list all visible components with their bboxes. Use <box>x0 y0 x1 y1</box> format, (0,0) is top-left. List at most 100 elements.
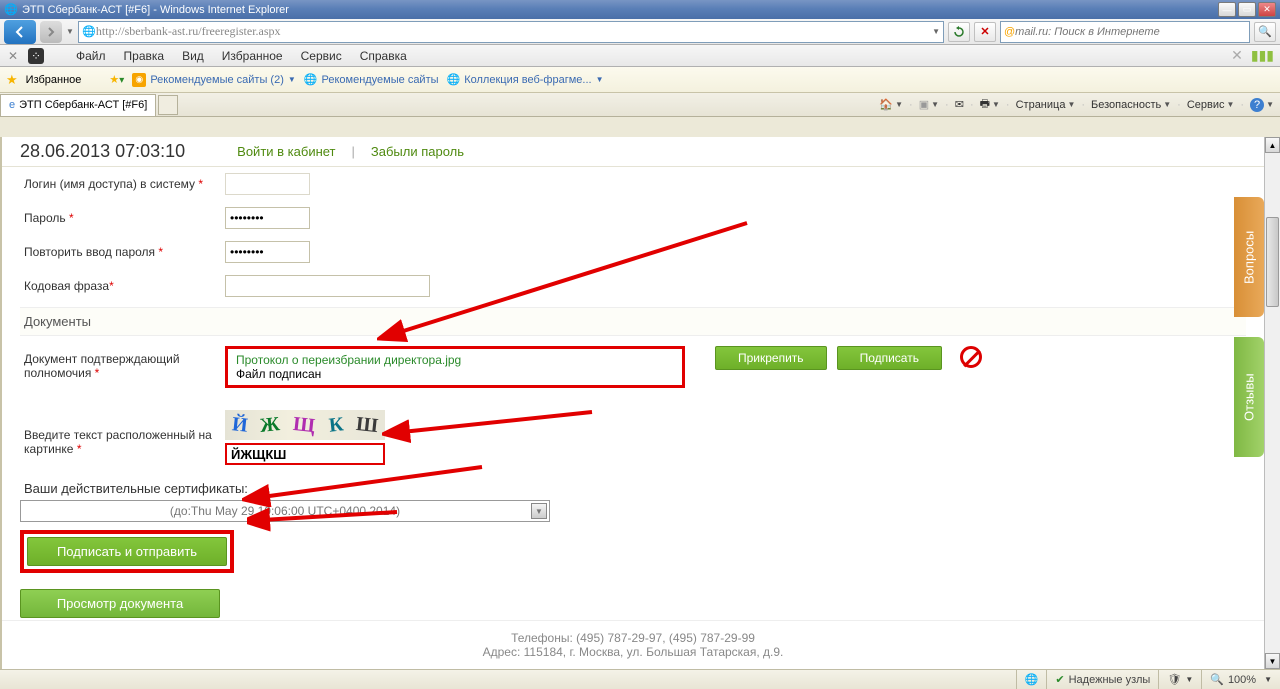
print-icon: 🖶 <box>980 95 990 114</box>
side-tab-reviews[interactable]: Отзывы <box>1234 337 1264 457</box>
dropdown-icon[interactable]: ▼ <box>932 27 940 36</box>
header-separator: | <box>352 144 355 159</box>
home-button[interactable]: 🏠▼ <box>879 98 903 111</box>
dropdown-icon[interactable]: ▼ <box>66 27 74 36</box>
tab-bar: e ЭТП Сбербанк-АСТ [#F6] 🏠▼ · ▣▼ · ✉ · 🖶… <box>0 93 1280 117</box>
extension-icon[interactable]: ⁘ <box>28 48 44 64</box>
tab-active[interactable]: e ЭТП Сбербанк-АСТ [#F6] <box>0 94 156 116</box>
close-tab-icon[interactable]: ✕ <box>6 49 20 63</box>
preview-button[interactable]: Просмотр документа <box>20 589 220 618</box>
login-link[interactable]: Войти в кабинет <box>237 144 335 159</box>
captcha-letter: Й <box>230 413 248 438</box>
file-status: Файл подписан <box>236 367 674 381</box>
footer-address: Адрес: 115184, г. Москва, ул. Большая Та… <box>2 645 1264 659</box>
section-documents: Документы <box>20 307 1246 336</box>
menu-tools[interactable]: Сервис <box>293 47 350 65</box>
status-trusted: ✔ Надежные узлы <box>1046 670 1158 689</box>
menu-edit[interactable]: Правка <box>116 47 173 65</box>
mailru-icon: @ <box>1004 26 1015 38</box>
help-button[interactable]: ?▼ <box>1250 98 1274 112</box>
side-tab-questions[interactable]: Вопросы <box>1234 197 1264 317</box>
menu-favorites[interactable]: Избранное <box>214 47 291 65</box>
rss-icon: ◉ <box>132 73 146 87</box>
star-icon[interactable]: ★ <box>6 72 18 88</box>
stop-icon: ✕ <box>980 25 989 38</box>
tools-menu[interactable]: Сервис ▼ <box>1187 99 1235 111</box>
close-button[interactable]: ✕ <box>1258 2 1276 17</box>
refresh-button[interactable] <box>948 22 970 42</box>
password-repeat-input[interactable] <box>225 241 310 263</box>
codephrase-input[interactable] <box>225 275 430 297</box>
maximize-button[interactable]: ▭ <box>1238 2 1256 17</box>
ie-icon: e <box>9 99 15 111</box>
forward-button[interactable] <box>40 21 62 43</box>
url-input[interactable] <box>96 24 932 39</box>
chevron-down-icon: ▼ <box>531 503 547 519</box>
arrow-left-icon <box>12 24 28 40</box>
search-box[interactable]: @ <box>1000 21 1250 43</box>
back-button[interactable] <box>4 20 36 44</box>
add-favorite-icon[interactable]: ★▾ <box>109 73 124 86</box>
stop-button[interactable]: ✕ <box>974 22 996 42</box>
password-input[interactable] <box>225 207 310 229</box>
minimize-button[interactable]: — <box>1218 2 1236 17</box>
page-header: 28.06.2013 07:03:10 Войти в кабинет | За… <box>2 137 1264 167</box>
shield-icon: 🛡 <box>1167 673 1181 686</box>
page-icon: 🌐 <box>304 73 318 86</box>
forgot-password-link[interactable]: Забыли пароль <box>371 144 464 159</box>
mail-button[interactable]: ✉ <box>955 98 964 111</box>
codephrase-label: Кодовая фраза* <box>20 279 225 293</box>
submit-button[interactable]: Подписать и отправить <box>27 537 227 566</box>
attach-button[interactable]: Прикрепить <box>715 346 827 370</box>
page-menu[interactable]: Страница ▼ <box>1016 99 1076 111</box>
menu-view[interactable]: Вид <box>174 47 212 65</box>
page-icon: 🌐 <box>447 73 461 86</box>
scroll-up-button[interactable]: ▲ <box>1265 137 1280 153</box>
fav-recommended-sites-2[interactable]: 🌐 Рекомендуемые сайты <box>304 73 439 86</box>
password-repeat-label: Повторить ввод пароля * <box>20 245 225 259</box>
fav-webslice[interactable]: 🌐 Коллекция веб-фрагме... ▼ <box>447 73 604 86</box>
fav-recommended-sites[interactable]: ◉ Рекомендуемые сайты (2) ▼ <box>132 73 295 87</box>
globe-icon: 🌐 <box>1025 673 1039 686</box>
menu-bar: ✕ ⁘ Файл Правка Вид Избранное Сервис Спр… <box>0 45 1280 67</box>
status-bar: 🌐 ✔ Надежные узлы 🛡▼ 🔍 100% ▼ <box>0 669 1280 689</box>
sign-button[interactable]: Подписать <box>837 346 942 370</box>
certificate-select[interactable]: (до:Thu May 29 10:06:00 UTC+0400 2014) ▼ <box>20 500 550 522</box>
address-bar[interactable]: 🌐 ▼ <box>78 21 944 43</box>
menu-help[interactable]: Справка <box>352 47 415 65</box>
refresh-icon <box>953 26 965 38</box>
rss-icon: ▣ <box>919 98 929 111</box>
footer: Телефоны: (495) 787-29-97, (495) 787-29-… <box>2 620 1264 669</box>
captcha-letter: Ш <box>355 412 379 437</box>
help-icon: ? <box>1250 98 1264 112</box>
login-input[interactable] <box>225 173 310 195</box>
login-label: Логин (имя доступа) в систему * <box>20 177 225 191</box>
scroll-down-button[interactable]: ▼ <box>1265 653 1280 669</box>
nav-toolbar: ▼ 🌐 ▼ ✕ @ 🔍 <box>0 19 1280 45</box>
safety-menu[interactable]: Безопасность ▼ <box>1091 99 1171 111</box>
scroll-thumb[interactable] <box>1266 217 1279 307</box>
new-tab-button[interactable] <box>158 95 178 115</box>
vertical-scrollbar[interactable]: ▲ ▼ <box>1264 137 1280 669</box>
search-button[interactable]: 🔍 <box>1254 22 1276 42</box>
page-icon: 🌐 <box>82 25 96 39</box>
menu-file[interactable]: Файл <box>68 47 114 65</box>
certificates-label: Ваши действительные сертификаты: <box>24 481 1246 496</box>
check-icon: ✔ <box>1055 673 1064 686</box>
feeds-button[interactable]: ▣▼ <box>919 98 939 111</box>
home-icon: 🏠 <box>879 98 893 111</box>
favorites-label: Избранное <box>26 74 82 86</box>
captcha-input[interactable] <box>225 443 385 465</box>
window-titlebar: 🌐 ЭТП Сбербанк-АСТ [#F6] - Windows Inter… <box>0 0 1280 19</box>
footer-phones: Телефоны: (495) 787-29-97, (495) 787-29-… <box>2 631 1264 645</box>
print-button[interactable]: 🖶▼ <box>980 95 1000 114</box>
search-input[interactable] <box>1015 26 1246 38</box>
status-zoom[interactable]: 🔍 100% ▼ <box>1201 670 1280 689</box>
signal-icon: ▮▮▮ <box>1251 47 1274 64</box>
status-protected[interactable]: 🛡▼ <box>1158 670 1201 689</box>
document-label: Документ подтверждающий полномочия * <box>20 346 225 380</box>
zoom-icon: 🔍 <box>1210 673 1224 686</box>
captcha-letter: Ж <box>259 413 281 438</box>
close-icon[interactable]: ✕ <box>1231 47 1243 64</box>
file-status-box: Протокол о переизбрании директора.jpg Фа… <box>225 346 685 388</box>
